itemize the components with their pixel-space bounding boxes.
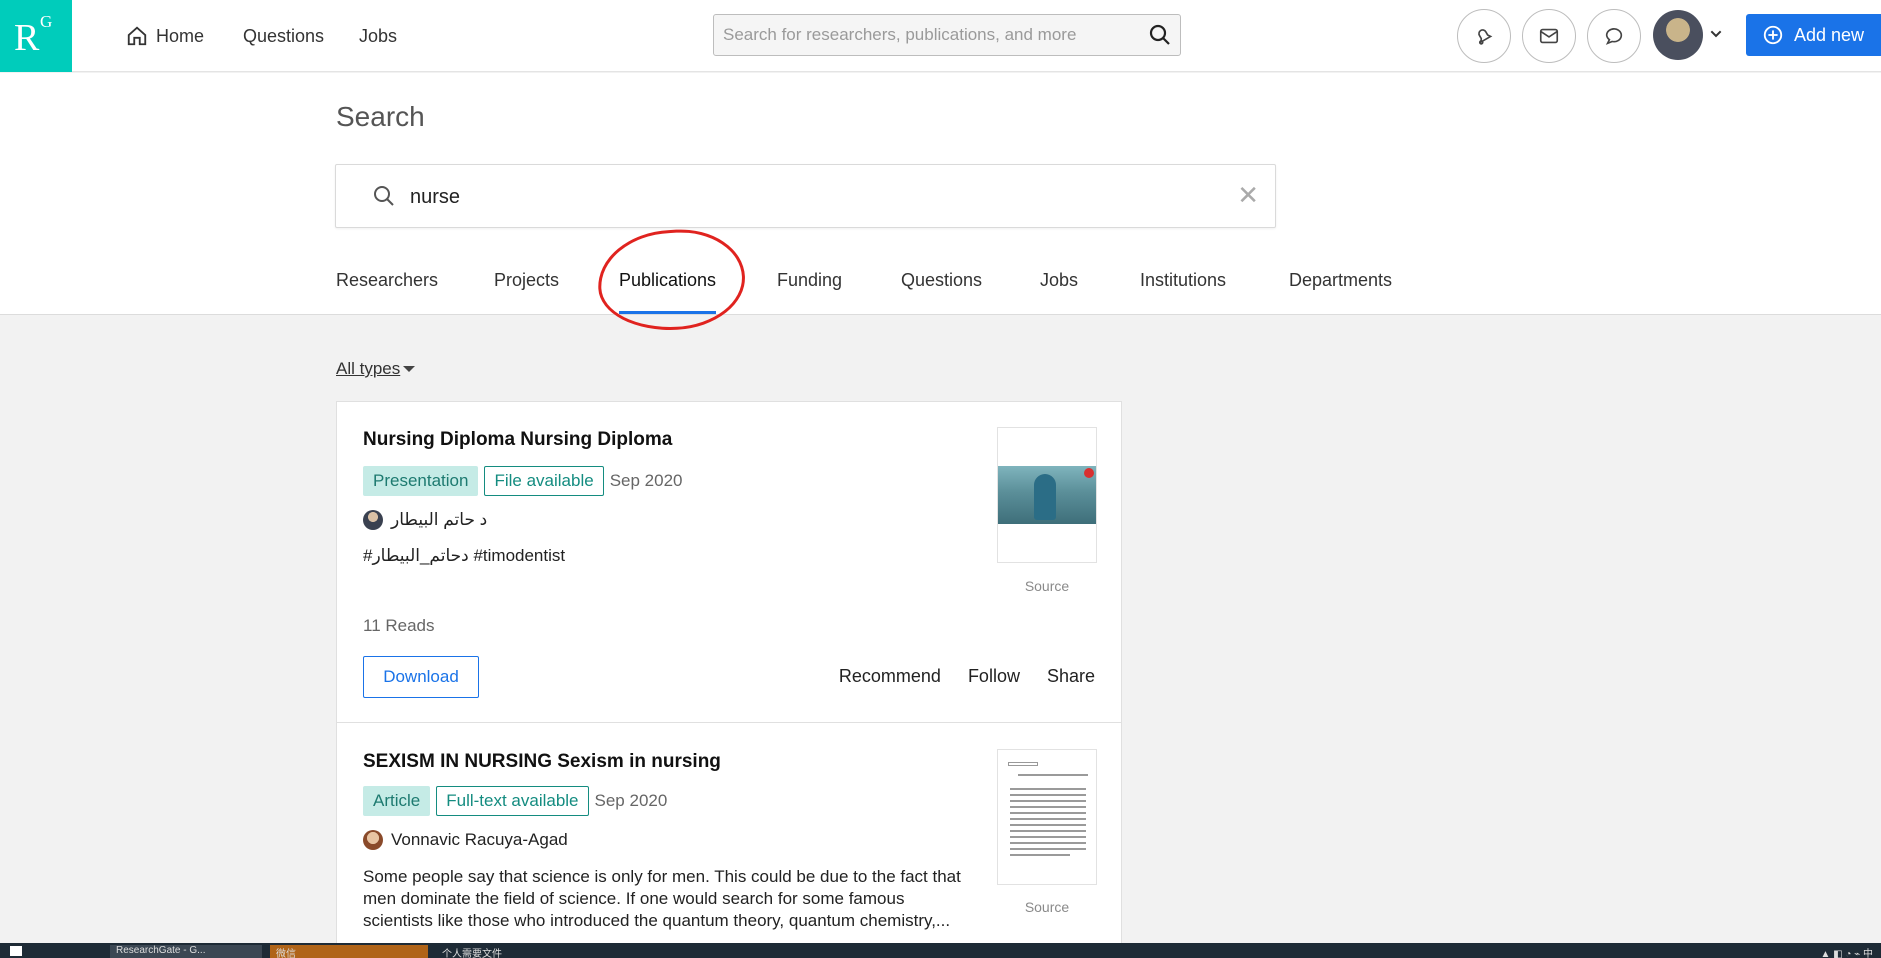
- publication-actions: Recommend Follow Share: [812, 666, 1095, 687]
- tab-questions[interactable]: Questions: [901, 270, 982, 314]
- thumbnail-text-line: [1018, 774, 1088, 776]
- thumbnail-text-line: [1010, 818, 1086, 820]
- main-search-box: ✕: [335, 164, 1276, 228]
- nav-questions-link[interactable]: Questions: [243, 0, 324, 72]
- publication-card: Nursing Diploma Nursing Diploma Presenta…: [336, 401, 1122, 723]
- taskbar-folder-window[interactable]: 个人需要文件: [436, 945, 576, 958]
- caret-down-icon: [403, 366, 416, 372]
- logo-letter-g: G: [40, 12, 53, 31]
- plus-circle-icon: [1763, 25, 1783, 45]
- thumbnail-text-line: [1010, 836, 1086, 838]
- nav-home-link[interactable]: Home: [126, 0, 204, 72]
- search-header: Search ✕ Researchers Projects Publicatio…: [0, 73, 1881, 315]
- author-avatar: [363, 510, 383, 530]
- recommend-button[interactable]: Recommend: [839, 666, 941, 687]
- publication-meta: Article Full-text available Sep 2020: [363, 786, 667, 816]
- publication-description: #دحاتم_البيطار #timodentist: [363, 546, 566, 565]
- search-category-tabs: Researchers Projects Publications Fundin…: [0, 270, 1881, 314]
- thumbnail-figure: [1034, 474, 1056, 520]
- thumbnail-badge-dot: [1084, 468, 1094, 478]
- add-new-label: Add new: [1794, 24, 1865, 45]
- publication-thumbnail[interactable]: [997, 749, 1097, 885]
- publication-date: Sep 2020: [609, 471, 683, 490]
- availability-badge: File available: [484, 466, 604, 496]
- publication-title[interactable]: Nursing Diploma Nursing Diploma: [363, 429, 672, 451]
- system-tray[interactable]: ▲ ◧ ◔ ⌁ 中: [1820, 945, 1873, 958]
- top-navigation-bar: R G Home Questions Jobs Add new: [0, 0, 1881, 72]
- abstract-line: scientists like those who introduced the…: [363, 911, 951, 930]
- thumbnail-text-line: [1010, 824, 1086, 826]
- thumbnail-text-line: [1010, 812, 1086, 814]
- tab-publications[interactable]: Publications: [619, 270, 717, 314]
- clear-search-icon[interactable]: ✕: [1237, 181, 1259, 209]
- search-icon: [374, 186, 394, 206]
- author-name: د حاتم البيطار: [391, 510, 488, 529]
- chat-button[interactable]: [1587, 9, 1641, 63]
- thumbnail-text-line: [1010, 842, 1086, 844]
- main-search-input[interactable]: [410, 177, 1190, 217]
- search-icon[interactable]: [1148, 23, 1172, 47]
- messages-button[interactable]: [1522, 9, 1576, 63]
- tab-jobs[interactable]: Jobs: [1040, 270, 1078, 314]
- share-button[interactable]: Share: [1047, 666, 1095, 687]
- nav-home-label: Home: [156, 25, 205, 46]
- logo-letter-r: R: [14, 17, 40, 59]
- thumbnail-text-line: [1010, 788, 1086, 790]
- all-types-label: All types: [336, 359, 401, 378]
- author-name: Vonnavic Racuya-Agad: [391, 830, 568, 849]
- publication-meta: Presentation File available Sep 2020: [363, 466, 682, 496]
- source-link[interactable]: Source: [997, 578, 1097, 594]
- publication-thumbnail[interactable]: [997, 427, 1097, 563]
- taskbar-chrome-window[interactable]: ResearchGate - G...: [110, 945, 262, 958]
- publication-type-badge: Article: [363, 786, 431, 816]
- publication-abstract: Some people say that science is only for…: [363, 866, 983, 932]
- add-new-button[interactable]: Add new: [1746, 14, 1881, 56]
- windows-start-icon[interactable]: [10, 946, 22, 956]
- mail-icon: [1539, 28, 1559, 44]
- source-link[interactable]: Source: [997, 899, 1097, 915]
- thumbnail-header: [1008, 762, 1038, 766]
- user-avatar[interactable]: [1653, 10, 1703, 60]
- tab-researchers[interactable]: Researchers: [336, 270, 438, 314]
- thumbnail-text-line: [1010, 848, 1086, 850]
- nav-jobs-link[interactable]: Jobs: [359, 0, 397, 72]
- download-button[interactable]: Download: [363, 656, 479, 698]
- bell-icon: [1478, 29, 1493, 45]
- all-types-filter[interactable]: All types: [336, 359, 416, 379]
- tab-departments[interactable]: Departments: [1289, 270, 1392, 314]
- page-title: Search: [336, 101, 425, 132]
- availability-badge: Full-text available: [436, 786, 589, 816]
- windows-taskbar: ResearchGate - G... 微信 个人需要文件 ▲ ◧ ◔ ⌁ 中: [0, 943, 1881, 958]
- publication-type-badge: Presentation: [363, 466, 479, 496]
- researchgate-logo[interactable]: R G: [0, 0, 72, 72]
- publication-title[interactable]: SEXISM IN NURSING Sexism in nursing: [363, 751, 721, 773]
- follow-button[interactable]: Follow: [968, 666, 1020, 687]
- tab-funding[interactable]: Funding: [777, 270, 842, 314]
- author-link[interactable]: Vonnavic Racuya-Agad: [363, 830, 568, 850]
- thumbnail-text-line: [1010, 806, 1086, 808]
- publication-card: SEXISM IN NURSING Sexism in nursing Arti…: [336, 723, 1122, 958]
- reads-count: 11 Reads: [363, 616, 435, 635]
- notifications-button[interactable]: [1457, 9, 1511, 63]
- tab-projects[interactable]: Projects: [494, 270, 559, 314]
- author-link[interactable]: د حاتم البيطار: [363, 510, 487, 530]
- publication-date: Sep 2020: [594, 791, 668, 810]
- thumbnail-text-line: [1010, 800, 1086, 802]
- abstract-line: Some people say that science is only for…: [363, 867, 961, 886]
- author-avatar: [363, 830, 383, 850]
- taskbar-wechat-window[interactable]: 微信: [270, 945, 428, 958]
- thumbnail-text-line: [1010, 794, 1086, 796]
- tab-institutions[interactable]: Institutions: [1140, 270, 1226, 314]
- abstract-line: men dominate the field of science. If on…: [363, 889, 905, 908]
- thumbnail-text-line: [1010, 854, 1070, 856]
- thumbnail-text-line: [1010, 830, 1086, 832]
- chevron-down-icon[interactable]: [1708, 26, 1724, 42]
- chat-bubble-icon: [1605, 28, 1623, 45]
- global-search-input[interactable]: [714, 15, 1134, 55]
- home-icon: [127, 26, 147, 46]
- global-search-box: [713, 14, 1181, 56]
